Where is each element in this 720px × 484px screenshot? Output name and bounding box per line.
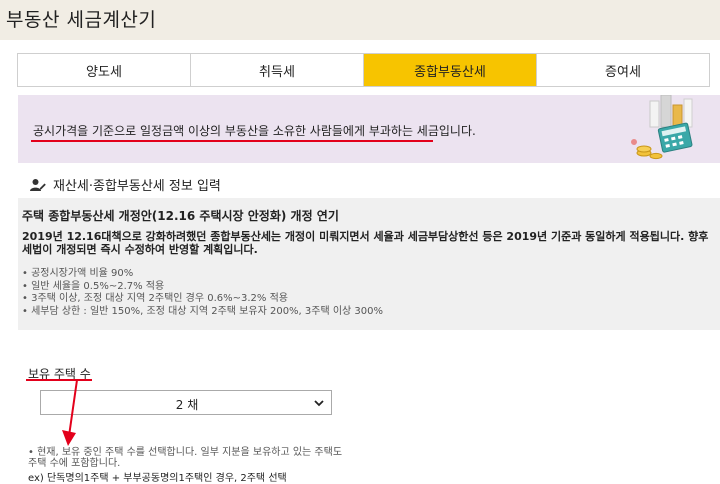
user-edit-icon <box>30 178 46 191</box>
buildings-calculator-illustration <box>631 95 693 160</box>
banner-text: 공시가격을 기준으로 일정금액 이상의 부동산을 소유한 사람들에게 부과하는 … <box>33 124 476 138</box>
title-bar: 부동산 세금계산기 <box>0 0 720 40</box>
banner-highlight-underline <box>31 140 433 142</box>
info-banner: 공시가격을 기준으로 일정금액 이상의 부동산을 소유한 사람들에게 부과하는 … <box>18 95 720 163</box>
tab-acquisition-tax[interactable]: 취득세 <box>191 54 364 86</box>
notice-title: 주택 종합부동산세 개정안(12.16 주택시장 안정화) 개정 연기 <box>22 209 339 223</box>
house-count-help: • 현재, 보유 중인 주택 수를 선택합니다. 일부 지분을 보유하고 있는 … <box>28 447 343 469</box>
app-title: 부동산 세금계산기 <box>6 9 157 31</box>
list-item: • 3주택 이상, 조정 대상 지역 2주택인 경우 0.6%~3.2% 적용 <box>22 293 288 304</box>
section-heading: 재산세·종합부동산세 정보 입력 <box>30 175 221 194</box>
list-item: • 공정시장가액 비율 90% <box>22 268 134 279</box>
notice-list: • 공정시장가액 비율 90% • 일반 세율을 0.5%~2.7% 적용 • … <box>22 268 383 318</box>
list-item: • 세부담 상한 : 일반 150%, 조정 대상 지역 2주택 보유자 200… <box>22 305 384 317</box>
tab-gift-tax[interactable]: 증여세 <box>537 54 709 86</box>
notice-box: 주택 종합부동산세 개정안(12.16 주택시장 안정화) 개정 연기 2019… <box>18 198 720 330</box>
notice-paragraph: 2019년 12.16대책으로 강화하려했던 종합부동산세는 개정이 미뤄지면서… <box>22 230 709 256</box>
section-title: 재산세·종합부동산세 정보 입력 <box>53 179 221 194</box>
chevron-down-icon <box>314 400 324 407</box>
tab-bar: 양도세 취득세 종합부동산세 증여세 <box>17 53 710 87</box>
house-count-example: ex) 단독명의1주택 + 부부공동명의1주택인 경우, 2주택 선택 <box>28 473 287 484</box>
tab-capital-gains-tax[interactable]: 양도세 <box>18 54 191 86</box>
select-value: 2 채 <box>175 398 199 412</box>
tab-comprehensive-real-estate-tax[interactable]: 종합부동산세 <box>364 54 537 86</box>
annotation-arrow <box>62 379 78 446</box>
list-item: • 일반 세율을 0.5%~2.7% 적용 <box>22 280 165 292</box>
